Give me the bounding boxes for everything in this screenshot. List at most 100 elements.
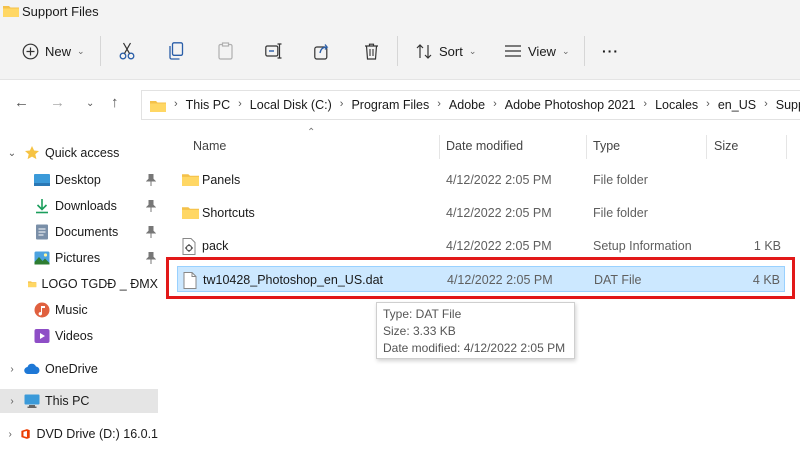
sort-label: Sort [439, 43, 463, 59]
table-row[interactable]: pack 4/12/2022 2:05 PM Setup Information… [177, 233, 785, 259]
folder-icon [182, 207, 199, 219]
column-header-size[interactable]: Size [714, 139, 738, 153]
column-header-date[interactable]: Date modified [446, 139, 523, 153]
file-date: 4/12/2022 2:05 PM [446, 206, 552, 220]
sidebar-item-videos[interactable]: Videos [0, 324, 158, 348]
chevron-right-icon: › [238, 98, 242, 110]
cloud-icon [24, 363, 40, 375]
sidebar-item-label: Videos [55, 329, 93, 343]
address-bar[interactable]: › This PC › Local Disk (C:) › Program Fi… [141, 90, 800, 120]
chevron-down-icon: ⌄ [561, 45, 570, 56]
music-icon [34, 302, 50, 318]
column-header-name[interactable]: Name [193, 139, 226, 153]
pin-icon[interactable] [146, 252, 156, 264]
office-dvd-icon [21, 429, 31, 439]
file-name: pack [202, 239, 229, 253]
table-row[interactable]: Shortcuts 4/12/2022 2:05 PM File folder [177, 200, 785, 226]
folder-icon [28, 281, 37, 288]
column-divider[interactable] [786, 135, 787, 159]
column-divider[interactable] [439, 135, 440, 159]
sidebar-item-onedrive[interactable]: › OneDrive [0, 357, 158, 381]
breadcrumb-item[interactable]: Adobe Photoshop 2021 [505, 98, 636, 112]
desktop-icon [34, 174, 50, 186]
up-arrow-icon[interactable]: ↑ [111, 94, 119, 111]
sidebar-item-this-pc[interactable]: › This PC [0, 389, 158, 413]
view-label: View [528, 43, 556, 59]
command-bar: New ⌄ Sort ⌄ View ⌄ ··· [0, 24, 800, 80]
toolbar-divider [397, 36, 398, 66]
folder-icon [182, 174, 199, 186]
sidebar-item-documents[interactable]: Documents [0, 220, 158, 244]
folder-icon [150, 101, 166, 112]
chevron-right-icon: › [764, 98, 768, 110]
breadcrumb-item[interactable]: Local Disk (C:) [250, 98, 332, 112]
sidebar-item-pictures[interactable]: Pictures [0, 246, 158, 270]
folder-icon [3, 6, 19, 17]
scissors-icon [119, 42, 135, 60]
cut-button[interactable] [119, 38, 135, 64]
chevron-down-icon: ⌄ [77, 45, 85, 56]
breadcrumb-item[interactable]: Adobe [449, 98, 485, 112]
file-type: File folder [593, 173, 648, 187]
file-date: 4/12/2022 2:05 PM [446, 239, 552, 253]
new-label: New [45, 43, 72, 59]
setup-file-icon [182, 238, 196, 255]
view-button[interactable]: View ⌄ [504, 38, 570, 64]
window-title: Support Files [22, 4, 99, 19]
new-button[interactable]: New ⌄ [22, 38, 85, 64]
sidebar-item-desktop[interactable]: Desktop [0, 168, 158, 192]
sidebar-item-label: Documents [55, 225, 119, 239]
toolbar-divider [100, 36, 101, 66]
sidebar-item-logo-tgdd-dmx[interactable]: LOGO TGDĐ _ ĐMX [0, 272, 158, 296]
sidebar-item-downloads[interactable]: Downloads [0, 194, 158, 218]
chevron-right-icon[interactable]: › [6, 396, 18, 407]
copy-button[interactable] [169, 38, 184, 64]
sidebar-item-label: This PC [45, 394, 90, 408]
breadcrumb-item[interactable]: Support Files [776, 98, 800, 112]
pin-icon[interactable] [146, 174, 156, 186]
paste-button[interactable] [218, 38, 233, 64]
share-icon [314, 43, 329, 60]
share-button[interactable] [314, 38, 331, 64]
back-arrow-icon[interactable]: ← [14, 94, 29, 111]
more-options-button[interactable]: ··· [602, 38, 619, 64]
chevron-right-icon[interactable]: › [6, 364, 18, 375]
trash-icon [365, 43, 378, 60]
file-type: Setup Information [593, 239, 692, 253]
breadcrumb-item[interactable]: Program Files [351, 98, 429, 112]
sidebar-item-label: OneDrive [45, 362, 98, 376]
forward-arrow-icon[interactable]: → [50, 94, 65, 111]
sidebar-item-label: Quick access [45, 146, 120, 160]
chevron-right-icon: › [493, 98, 497, 110]
copy-icon [169, 42, 184, 60]
sidebar-item-label: LOGO TGDĐ _ ĐMX [41, 277, 158, 291]
delete-button[interactable] [364, 38, 379, 64]
file-date: 4/12/2022 2:05 PM [446, 173, 552, 187]
plus-circle-icon [22, 43, 39, 59]
breadcrumb-item[interactable]: This PC [186, 98, 230, 112]
breadcrumb-item[interactable]: en_US [718, 98, 756, 112]
title-bar: Support Files [0, 0, 800, 24]
breadcrumb-item[interactable]: Locales [655, 98, 698, 112]
sidebar-item-dvd-drive[interactable]: › DVD Drive (D:) 16.0.1 [0, 422, 158, 446]
sidebar-item-music[interactable]: Music [0, 298, 158, 322]
list-view-icon [505, 45, 521, 57]
pin-icon[interactable] [146, 200, 156, 212]
tooltip-size: Size: 3.33 KB [383, 324, 456, 338]
chevron-right-icon[interactable]: › [6, 429, 14, 440]
rename-button[interactable] [265, 38, 283, 64]
sort-ascending-icon: ⌃ [307, 127, 316, 138]
column-divider[interactable] [586, 135, 587, 159]
table-row[interactable]: Panels 4/12/2022 2:05 PM File folder [177, 167, 785, 193]
pin-icon[interactable] [146, 226, 156, 238]
navigation-pane: ⌄ Quick access Desktop Downloads Documen… [0, 130, 160, 450]
chevron-down-icon[interactable]: ⌄ [6, 148, 18, 159]
sidebar-item-quick-access[interactable]: ⌄ Quick access [0, 141, 158, 165]
column-divider[interactable] [706, 135, 707, 159]
sort-button[interactable]: Sort ⌄ [416, 38, 476, 64]
file-size: 1 KB [753, 239, 781, 253]
chevron-right-icon: › [174, 98, 178, 110]
more-options-icon: ··· [602, 43, 619, 59]
column-header-type[interactable]: Type [593, 139, 620, 153]
recent-locations-chevron-icon[interactable]: ⌄ [86, 98, 94, 109]
